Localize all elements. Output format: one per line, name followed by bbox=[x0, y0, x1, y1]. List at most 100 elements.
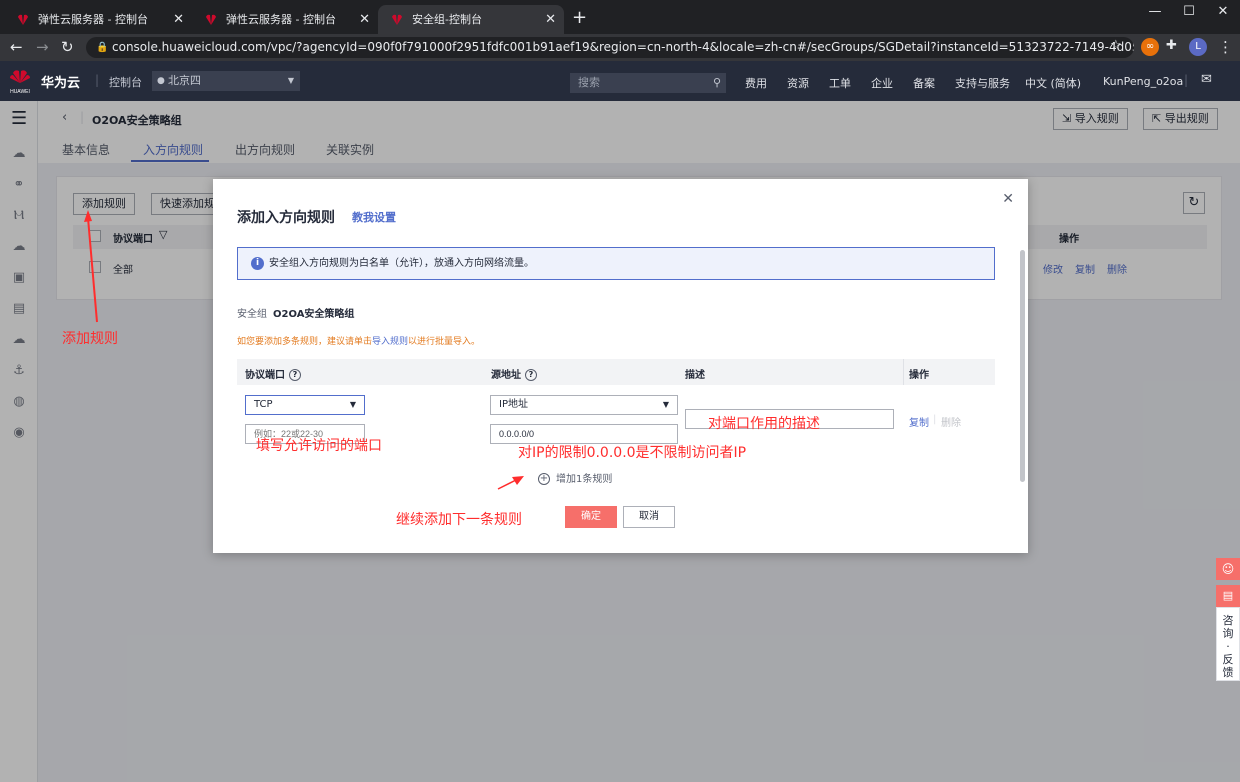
divider: | bbox=[95, 73, 100, 87]
sg-label: 安全组 bbox=[237, 309, 267, 320]
reload-icon[interactable]: ↻ bbox=[61, 38, 74, 56]
close-icon[interactable]: ✕ bbox=[359, 5, 370, 34]
nav-language[interactable]: 中文 (简体) bbox=[1025, 75, 1081, 91]
extension-icon[interactable]: ∞ bbox=[1141, 38, 1159, 56]
maximize-icon[interactable]: ☐ bbox=[1172, 0, 1206, 26]
dialog-title: 添加入方向规则 bbox=[237, 210, 335, 226]
browser-tab[interactable]: 弹性云服务器 - 控制台 ✕ bbox=[192, 5, 378, 34]
menu-dots-icon[interactable]: ⋮ bbox=[1218, 38, 1233, 56]
dialog-scrollbar[interactable] bbox=[1020, 250, 1025, 482]
search-placeholder: 搜索 bbox=[578, 76, 600, 89]
add-one-rule-button[interactable]: + 增加1条规则 bbox=[538, 470, 612, 485]
annotation-desc-hint: 对端口作用的描述 bbox=[708, 416, 820, 432]
caret-down-icon: ▼ bbox=[662, 400, 669, 409]
source-type-select[interactable]: IP地址 ▼ bbox=[490, 395, 678, 415]
add-inbound-rule-dialog: 添加入方向规则 教我设置 ✕ i 安全组入方向规则为白名单（允许），放通入方向网… bbox=[213, 179, 1028, 553]
cancel-button[interactable]: 取消 bbox=[623, 506, 675, 528]
smile-feedback-icon[interactable]: ☺ bbox=[1216, 558, 1240, 580]
source-type-value: IP地址 bbox=[499, 399, 528, 410]
consult-feedback-button[interactable]: 咨 询 · 反 馈 bbox=[1216, 607, 1240, 681]
chevron-down-icon: ▼ bbox=[287, 76, 294, 85]
col-protocol-port: 协议端口? bbox=[245, 366, 301, 381]
address-bar: ← → ↻ 🔒 console.huaweicloud.com/vpc/?age… bbox=[0, 34, 1240, 61]
close-icon[interactable]: ✕ bbox=[1002, 191, 1014, 207]
bookmark-star-icon[interactable]: ☆ bbox=[1110, 38, 1122, 53]
feedback-char: · bbox=[1226, 640, 1230, 653]
plus-circle-icon: + bbox=[538, 473, 550, 485]
nav-resources[interactable]: 资源 bbox=[787, 75, 809, 91]
info-banner: i 安全组入方向规则为白名单（允许），放通入方向网络流量。 bbox=[237, 247, 995, 280]
region-select[interactable]: ● 北京四 ▼ bbox=[152, 71, 300, 91]
huawei-favicon-icon bbox=[392, 14, 402, 25]
nav-support[interactable]: 支持与服务 bbox=[955, 75, 1010, 91]
console-header: HUAWEI 华为云 | 控制台 ● 北京四 ▼ 搜索 ⚲ 费用 资源 工单 企… bbox=[0, 61, 1240, 101]
hint-text: 如您要添加多条规则，建议请单击 bbox=[237, 337, 373, 347]
window-controls: — ☐ ✕ bbox=[1138, 0, 1240, 26]
new-tab-icon[interactable]: + bbox=[572, 7, 587, 28]
url-field[interactable]: 🔒 console.huaweicloud.com/vpc/?agencyId=… bbox=[86, 37, 1134, 58]
browser-tab-bar: 弹性云服务器 - 控制台 ✕ 弹性云服务器 - 控制台 ✕ 安全组-控制台 ✕ … bbox=[0, 0, 1240, 34]
close-icon[interactable]: ✕ bbox=[173, 5, 184, 34]
col-label: 协议端口 bbox=[245, 370, 285, 381]
source-ip-input[interactable] bbox=[490, 424, 678, 444]
help-question-icon[interactable]: ? bbox=[289, 369, 301, 381]
huawei-favicon-icon bbox=[206, 14, 216, 25]
import-rules-link[interactable]: 导入规则 bbox=[372, 337, 408, 347]
window-close-icon[interactable]: ✕ bbox=[1206, 0, 1240, 26]
col-description: 描述 bbox=[685, 370, 705, 381]
back-arrow-icon[interactable]: ← bbox=[10, 38, 23, 56]
huawei-favicon-icon bbox=[18, 14, 28, 25]
sg-name: O2OA安全策略组 bbox=[273, 309, 355, 320]
feedback-char: 咨 bbox=[1222, 614, 1234, 627]
puzzle-extensions-icon[interactable]: ✚ bbox=[1166, 38, 1177, 53]
tab-label: 安全组-控制台 bbox=[412, 13, 482, 26]
help-question-icon[interactable]: ? bbox=[525, 369, 537, 381]
help-link[interactable]: 教我设置 bbox=[352, 209, 396, 225]
feedback-char: 反 bbox=[1222, 653, 1234, 666]
info-icon: i bbox=[251, 257, 264, 270]
nav-filing[interactable]: 备案 bbox=[913, 75, 935, 91]
nav-tickets[interactable]: 工单 bbox=[829, 75, 851, 91]
console-link[interactable]: 控制台 bbox=[109, 74, 142, 90]
annotation-port-hint: 填写允许访问的端口 bbox=[256, 438, 382, 454]
batch-import-hint: 如您要添加多条规则，建议请单击导入规则以进行批量导入。 bbox=[237, 334, 480, 347]
nav-enterprise[interactable]: 企业 bbox=[871, 75, 893, 91]
protocol-value: TCP bbox=[254, 399, 273, 410]
copy-rule-link[interactable]: 复制 bbox=[909, 414, 929, 429]
forward-arrow-icon[interactable]: → bbox=[36, 38, 49, 56]
search-input[interactable]: 搜索 ⚲ bbox=[570, 73, 726, 93]
close-icon[interactable]: ✕ bbox=[545, 5, 556, 34]
profile-avatar[interactable]: L bbox=[1189, 38, 1207, 56]
feedback-char: 询 bbox=[1222, 627, 1234, 640]
minimize-icon[interactable]: — bbox=[1138, 0, 1172, 26]
tab-label: 弹性云服务器 - 控制台 bbox=[226, 13, 336, 26]
nav-fees[interactable]: 费用 bbox=[745, 75, 767, 91]
rule-table-header: 协议端口? 源地址? 描述 操作 bbox=[237, 359, 995, 385]
huawei-logo-icon: HUAWEI bbox=[10, 70, 30, 95]
nav-username[interactable]: KunPeng_o2oa bbox=[1103, 75, 1183, 88]
browser-tab[interactable]: 弹性云服务器 - 控制台 ✕ bbox=[4, 5, 192, 34]
col-operations: 操作 bbox=[909, 370, 929, 381]
col-label: 源地址 bbox=[491, 370, 521, 381]
mail-icon[interactable]: ✉ bbox=[1201, 72, 1212, 87]
chat-icon[interactable]: ▤ bbox=[1216, 585, 1240, 607]
feedback-char: 馈 bbox=[1222, 666, 1234, 679]
divider bbox=[903, 359, 904, 385]
confirm-button[interactable]: 确定 bbox=[565, 506, 617, 528]
annotation-continue-hint: 继续添加下一条规则 bbox=[396, 512, 522, 528]
col-source: 源地址? bbox=[491, 366, 537, 381]
lock-icon: 🔒 bbox=[96, 42, 109, 53]
url-text: console.huaweicloud.com/vpc/?agencyId=09… bbox=[112, 40, 1134, 54]
hint-text: 以进行批量导入。 bbox=[408, 337, 481, 347]
add-rule-label: 增加1条规则 bbox=[556, 474, 613, 485]
annotation-ip-hint: 对IP的限制0.0.0.0是不限制访问者IP bbox=[518, 445, 747, 461]
annotation-add-rule: 添加规则 bbox=[62, 331, 118, 347]
search-icon[interactable]: ⚲ bbox=[713, 73, 721, 93]
svg-text:HUAWEI: HUAWEI bbox=[10, 89, 30, 95]
brand-name[interactable]: 华为云 bbox=[41, 72, 80, 91]
location-pin-icon: ● bbox=[157, 76, 165, 86]
browser-tab-active[interactable]: 安全组-控制台 ✕ bbox=[378, 5, 564, 34]
tab-label: 弹性云服务器 - 控制台 bbox=[38, 13, 148, 26]
divider: | bbox=[1184, 73, 1189, 87]
protocol-select[interactable]: TCP ▼ bbox=[245, 395, 365, 415]
